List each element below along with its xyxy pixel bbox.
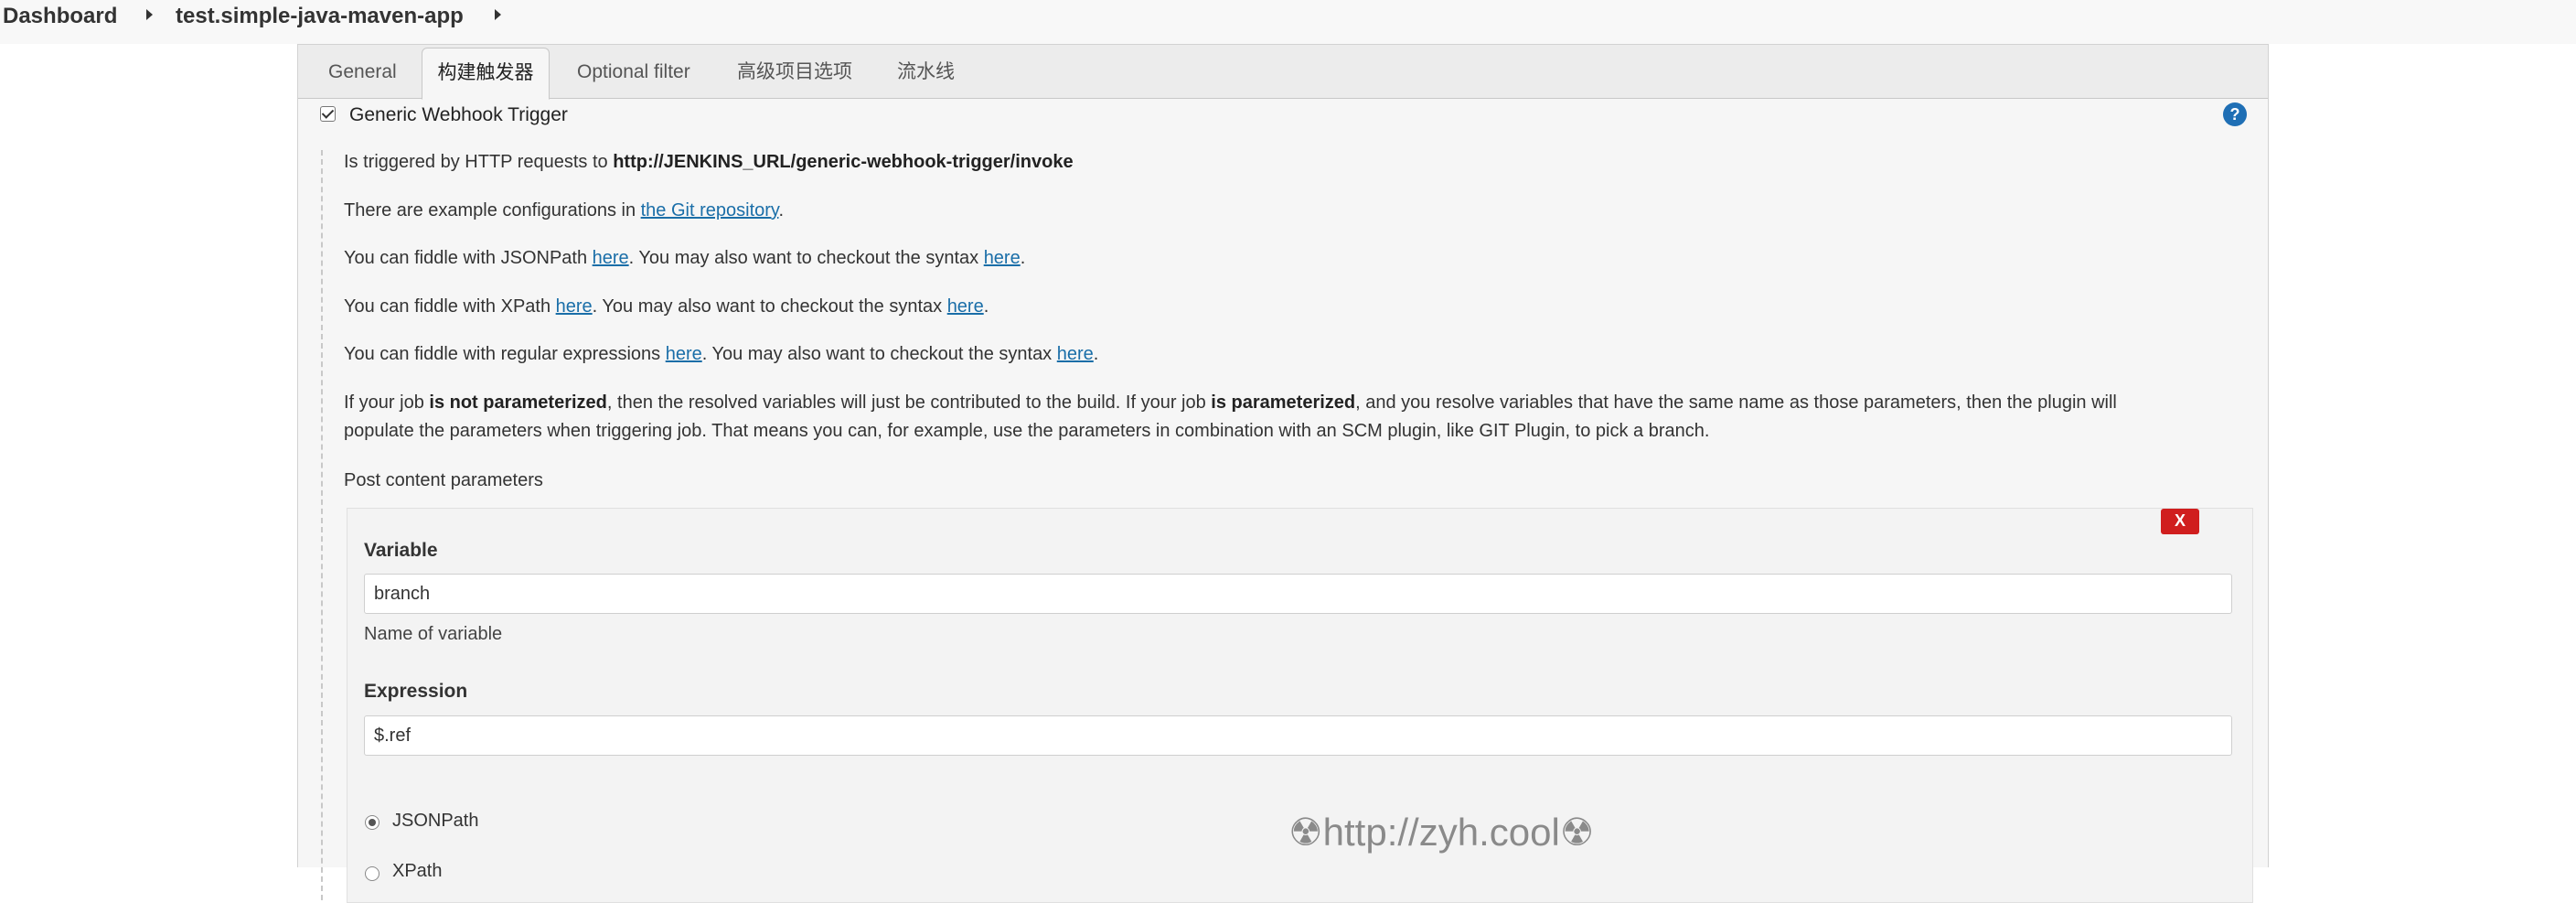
xpath-text: You can fiddle with XPath here. You may …	[344, 296, 989, 317]
tab-optional-filter[interactable]: Optional filter	[577, 45, 690, 98]
expression-input[interactable]: $.ref	[364, 715, 2232, 756]
invoke-url-text: Is triggered by HTTP requests to http://…	[344, 152, 1074, 172]
generic-webhook-trigger-checkbox[interactable]	[320, 106, 336, 122]
jsonpath-text: You can fiddle with JSONPath here. You m…	[344, 248, 1026, 268]
generic-webhook-trigger-label: Generic Webhook Trigger	[349, 104, 568, 125]
jsonpath-radio-label[interactable]: JSONPath	[392, 811, 478, 832]
jsonpath-fiddle-link[interactable]: here	[593, 248, 629, 268]
config-panel: General 构建触发器 Optional filter 高级项目选项 流水线…	[297, 44, 2269, 903]
invoke-url: http://JENKINS_URL/generic-webhook-trigg…	[613, 152, 1074, 172]
regex-text: You can fiddle with regular expressions …	[344, 344, 1099, 364]
chevron-right-icon[interactable]	[146, 9, 153, 20]
xpath-radio[interactable]	[365, 866, 379, 881]
breadcrumb-dashboard[interactable]: Dashboard	[3, 4, 117, 29]
regex-fiddle-link[interactable]: here	[666, 344, 702, 364]
xpath-radio-label[interactable]: XPath	[392, 861, 442, 882]
tab-advanced-options[interactable]: 高级项目选项	[737, 45, 852, 98]
jsonpath-syntax-link[interactable]: here	[984, 248, 1021, 268]
regex-syntax-link[interactable]: here	[1057, 344, 1094, 364]
expression-label: Expression	[364, 681, 468, 702]
xpath-fiddle-link[interactable]: here	[556, 296, 593, 317]
tab-build-triggers[interactable]: 构建触发器	[422, 48, 550, 100]
watermark: ☢http://zyh.cool☢	[1288, 811, 1595, 854]
tab-bar: General 构建触发器 Optional filter 高级项目选项 流水线	[298, 44, 2268, 100]
variable-label: Variable	[364, 540, 438, 561]
parameterized-text-line2: populate the parameters when triggering …	[344, 421, 1710, 441]
git-repository-link[interactable]: the Git repository	[641, 200, 779, 220]
parameterized-text: If your job is not parameterized, then t…	[344, 392, 2117, 413]
breadcrumb-job[interactable]: test.simple-java-maven-app	[176, 4, 464, 29]
git-repo-text: There are example configurations in the …	[344, 200, 784, 220]
xpath-syntax-link[interactable]: here	[947, 296, 984, 317]
chevron-right-icon[interactable]	[495, 9, 501, 20]
section-divider	[321, 150, 323, 900]
tab-general[interactable]: General	[328, 45, 397, 98]
variable-input[interactable]: branch	[364, 574, 2232, 614]
post-content-parameters-title: Post content parameters	[344, 470, 543, 490]
variable-hint: Name of variable	[364, 624, 503, 644]
breadcrumb: Dashboard test.simple-java-maven-app	[0, 0, 2576, 44]
delete-parameter-button[interactable]: X	[2161, 509, 2199, 534]
help-icon[interactable]: ?	[2223, 102, 2247, 126]
tab-pipeline[interactable]: 流水线	[897, 45, 955, 98]
jsonpath-radio[interactable]	[365, 815, 379, 830]
